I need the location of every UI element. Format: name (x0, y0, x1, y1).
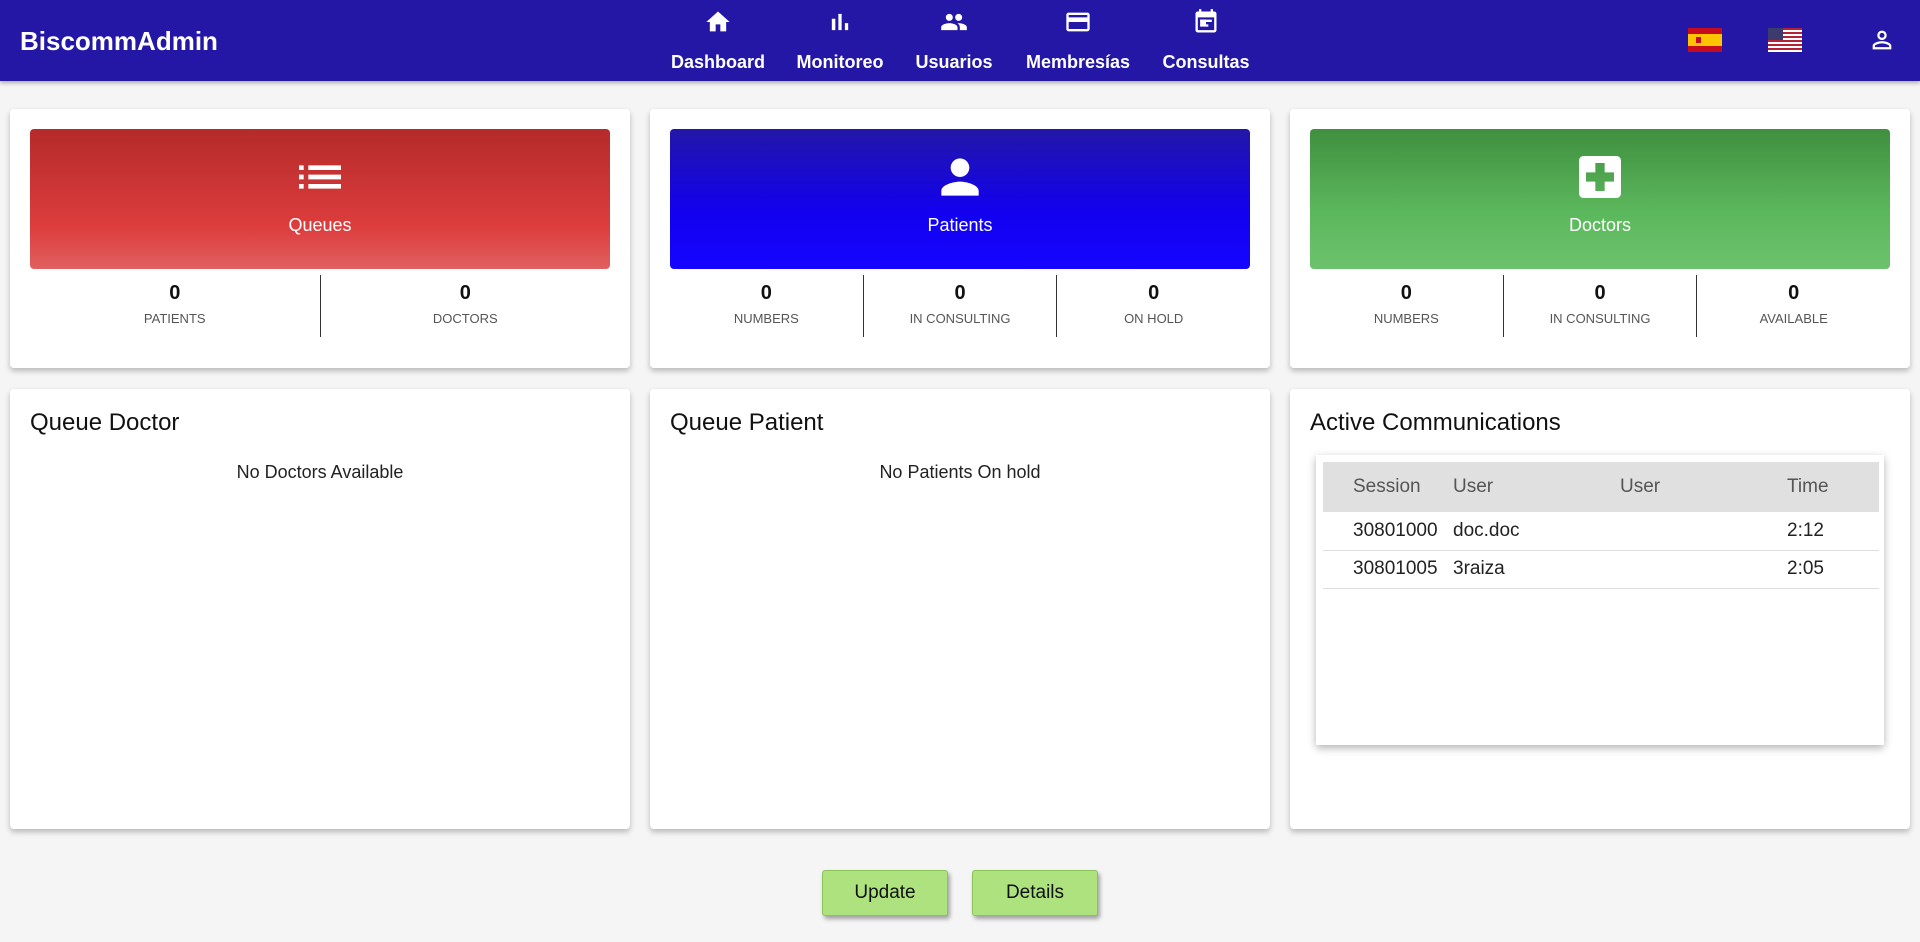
bar-chart-icon (831, 13, 849, 31)
user-account-icon[interactable] (1868, 26, 1896, 54)
patients-title: Patients (927, 215, 993, 235)
nav-dashboard[interactable]: Dashboard (670, 0, 766, 81)
queue-doctor-panel: Queue Doctor No Doctors Available (10, 389, 630, 829)
stat-value: 0 (1594, 282, 1606, 304)
cell-user-2 (1620, 550, 1787, 589)
cell-time: 2:05 (1787, 550, 1879, 589)
queue-doctor-title: Queue Doctor (30, 409, 180, 436)
stat-value: 0 (1400, 282, 1412, 304)
list-icon (299, 165, 341, 189)
calendar-icon (1195, 9, 1217, 33)
stat-label: AVAILABLE (1759, 311, 1828, 326)
stat-value: 0 (459, 282, 471, 304)
column-header-session[interactable]: Session (1323, 462, 1453, 512)
cell-user: doc.doc (1453, 512, 1620, 551)
stat-label: IN CONSULTING (1549, 311, 1651, 326)
cell-user: 3raiza (1453, 550, 1620, 589)
table-row[interactable]: 30801000 doc.doc 2:12 (1323, 512, 1879, 551)
medical-cross-icon (1579, 156, 1621, 198)
patients-banner[interactable]: Patients (670, 129, 1250, 269)
communications-table-container[interactable]: Session User User Time 30801000 doc.doc … (1316, 455, 1884, 745)
patients-stat-numbers: 0 NUMBERS (670, 275, 864, 337)
doctors-summary-card: Doctors 0 NUMBERS 0 IN CONSULTING 0 AVAI… (1290, 109, 1910, 368)
table-row[interactable]: 30801005 3raiza 2:05 (1323, 550, 1879, 589)
nav-monitoreo-label: Monitoreo (796, 52, 884, 72)
stat-label: PATIENTS (143, 311, 206, 326)
queue-patient-panel: Queue Patient No Patients On hold (650, 389, 1270, 829)
cell-session: 30801005 (1323, 550, 1453, 589)
patients-stat-in-consulting: 0 IN CONSULTING (864, 275, 1058, 337)
column-header-user-2[interactable]: User (1620, 462, 1787, 512)
doctors-title: Doctors (1568, 215, 1631, 235)
column-header-user[interactable]: User (1453, 462, 1620, 512)
table-header-row: Session User User Time (1323, 462, 1879, 512)
doctors-stat-in-consulting: 0 IN CONSULTING (1504, 275, 1698, 337)
patients-summary-card: Patients 0 NUMBERS 0 IN CONSULTING 0 ON … (650, 109, 1270, 368)
active-communications-title: Active Communications (1310, 409, 1561, 436)
column-header-time[interactable]: Time (1787, 462, 1879, 512)
cell-time: 2:12 (1787, 512, 1879, 551)
stat-value: 0 (1148, 282, 1160, 304)
usa-flag-icon[interactable] (1768, 28, 1802, 52)
nav-usuarios-label: Usuarios (915, 52, 993, 72)
nav-dashboard-label: Dashboard (670, 52, 766, 72)
stat-value: 0 (760, 282, 772, 304)
queue-patient-empty-message: No Patients On hold (879, 462, 1041, 482)
app-brand[interactable]: BiscommAdmin (20, 26, 218, 57)
queues-title: Queues (288, 215, 352, 235)
stat-value: 0 (954, 282, 966, 304)
people-icon (941, 13, 967, 31)
doctors-stat-numbers: 0 NUMBERS (1310, 275, 1504, 337)
queues-stats: 0 PATIENTS 0 DOCTORS (30, 275, 610, 337)
doctors-stat-available: 0 AVAILABLE (1697, 275, 1890, 337)
top-navigation-bar: BiscommAdmin Dashboard Monitoreo Usuario… (0, 0, 1920, 81)
patients-stats: 0 NUMBERS 0 IN CONSULTING 0 ON HOLD (670, 275, 1250, 337)
queues-summary-card: Queues 0 PATIENTS 0 DOCTORS (10, 109, 630, 368)
nav-membresias[interactable]: Membresías (1025, 0, 1131, 81)
nav-membresias-label: Membresías (1025, 52, 1131, 72)
spain-flag-icon[interactable] (1688, 28, 1722, 52)
doctors-banner[interactable]: Doctors (1310, 129, 1890, 269)
cell-user-2 (1620, 512, 1787, 551)
queue-doctor-empty-message: No Doctors Available (236, 462, 404, 482)
nav-usuarios[interactable]: Usuarios (915, 0, 993, 81)
home-icon (706, 11, 730, 32)
update-button[interactable]: Update (822, 870, 948, 916)
stat-label: ON HOLD (1124, 311, 1184, 326)
stat-label: DOCTORS (432, 311, 498, 326)
details-button[interactable]: Details (972, 870, 1098, 916)
queues-stat-patients: 0 PATIENTS (30, 275, 321, 337)
stat-value: 0 (1788, 282, 1800, 304)
queue-patient-title: Queue Patient (670, 409, 824, 436)
communications-table: Session User User Time 30801000 doc.doc … (1323, 462, 1879, 589)
stat-value: 0 (169, 282, 181, 304)
patients-stat-on-hold: 0 ON HOLD (1057, 275, 1250, 337)
person-icon (941, 158, 979, 196)
queues-stat-doctors: 0 DOCTORS (321, 275, 611, 337)
nav-monitoreo[interactable]: Monitoreo (796, 0, 884, 81)
doctors-stats: 0 NUMBERS 0 IN CONSULTING 0 AVAILABLE (1310, 275, 1890, 337)
nav-consultas-label: Consultas (1162, 52, 1250, 72)
nav-consultas[interactable]: Consultas (1162, 0, 1250, 81)
stat-label: NUMBERS (733, 311, 799, 326)
active-communications-panel: Active Communications Session User User … (1290, 389, 1910, 829)
stat-label: IN CONSULTING (909, 311, 1011, 326)
queues-banner[interactable]: Queues (30, 129, 610, 269)
stat-label: NUMBERS (1373, 311, 1439, 326)
cell-session: 30801000 (1323, 512, 1453, 551)
credit-card-icon (1066, 12, 1090, 32)
